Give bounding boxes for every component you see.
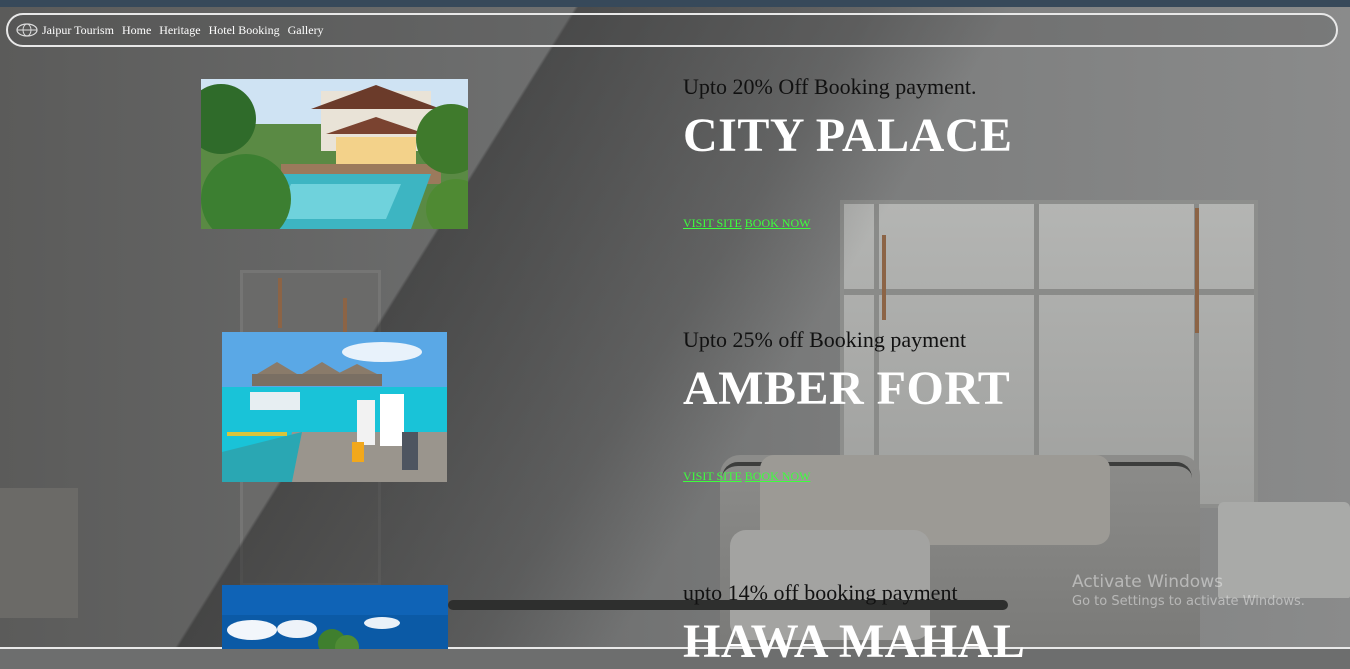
offer-discount: upto 14% off booking payment (683, 580, 958, 605)
book-now-link[interactable]: BOOK NOW (745, 216, 811, 230)
island-image (222, 585, 448, 649)
watermark-subtitle: Go to Settings to activate Windows. (1072, 594, 1305, 609)
visit-site-link[interactable]: VISIT SITE (683, 216, 742, 230)
offer-discount: Upto 20% Off Booking payment. (683, 74, 977, 99)
offer-place-title: AMBER FORT (683, 362, 1011, 415)
nav-brand[interactable]: Jaipur Tourism (42, 23, 114, 38)
watermark-title: Activate Windows (1072, 572, 1223, 592)
resort-pool-image (201, 79, 468, 229)
offer-text: upto 14% off booking payment HAWA MAHAL (683, 580, 1025, 669)
offer-discount: Upto 25% off Booking payment (683, 327, 967, 352)
activate-windows-watermark: Activate Windows Go to Settings to activ… (1072, 572, 1305, 609)
beach-resort-image (222, 332, 447, 482)
offer-links: VISIT SITE BOOK NOW (683, 469, 810, 484)
nav-item-hotel-booking[interactable]: Hotel Booking (209, 23, 280, 38)
nav-item-heritage[interactable]: Heritage (159, 23, 200, 38)
visit-site-link[interactable]: VISIT SITE (683, 469, 742, 483)
offer-links: VISIT SITE BOOK NOW (683, 216, 810, 231)
navbar: Jaipur Tourism Home Heritage Hotel Booki… (6, 13, 1338, 47)
offer-place-title: HAWA MAHAL (683, 615, 1026, 668)
nav-item-home[interactable]: Home (122, 23, 151, 38)
nav-item-gallery[interactable]: Gallery (288, 23, 324, 38)
book-now-link[interactable]: BOOK NOW (745, 469, 811, 483)
offer-text: Upto 25% off Booking payment AMBER FORT (683, 327, 1010, 416)
offer-text: Upto 20% Off Booking payment. CITY PALAC… (683, 74, 1013, 163)
globe-logo-icon[interactable] (16, 23, 38, 37)
offer-place-title: CITY PALACE (683, 109, 1013, 162)
